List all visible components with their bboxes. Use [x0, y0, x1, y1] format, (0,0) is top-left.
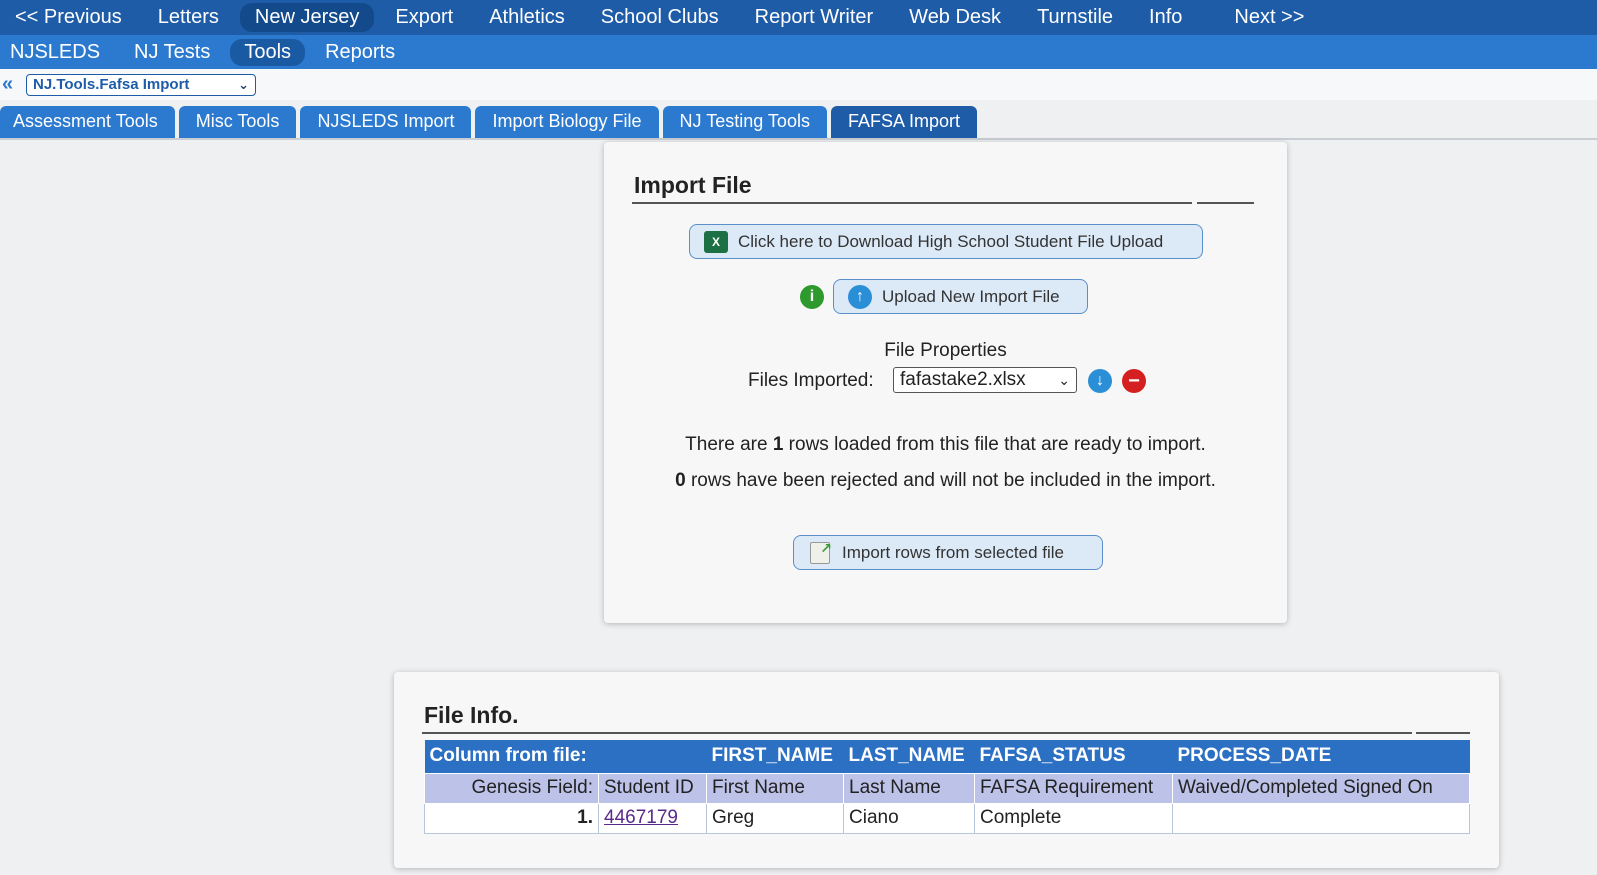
tab-misc-tools[interactable]: Misc Tools: [178, 106, 297, 138]
panel-title: Import File: [634, 172, 752, 198]
file-info-table: Column from file: FIRST_NAME LAST_NAME F…: [424, 740, 1470, 834]
page-select-value: NJ.Tools.Fafsa Import: [33, 76, 190, 93]
ready-rows-text: There are 1 rows loaded from this file t…: [604, 434, 1287, 456]
subnav-nj-tests[interactable]: NJ Tests: [120, 39, 224, 66]
nav-info[interactable]: Info: [1134, 3, 1197, 32]
tab-fafsa-import[interactable]: FAFSA Import: [830, 106, 977, 138]
nav-web-desk[interactable]: Web Desk: [894, 3, 1016, 32]
header-column-from-file: Column from file:: [424, 740, 599, 773]
main-nav: << Previous Letters New Jersey Export At…: [0, 0, 1597, 35]
title-divider: [632, 202, 1192, 204]
tab-import-biology-file[interactable]: Import Biology File: [475, 106, 659, 138]
nav-export[interactable]: Export: [380, 3, 468, 32]
table-row: 1. 4467179 Greg Ciano Complete: [424, 802, 1470, 834]
nav-school-clubs[interactable]: School Clubs: [586, 3, 734, 32]
header-cell: LAST_NAME: [843, 740, 975, 773]
student-id-cell: 4467179: [598, 802, 707, 834]
info-icon[interactable]: i: [800, 285, 824, 309]
chevron-down-icon: ⌄: [1058, 371, 1070, 388]
download-icon[interactable]: ↓: [1088, 369, 1112, 393]
nav-report-writer[interactable]: Report Writer: [740, 3, 889, 32]
nav-turnstile[interactable]: Turnstile: [1022, 3, 1128, 32]
last-name-cell: Ciano: [843, 802, 975, 834]
upload-file-label: Upload New Import File: [882, 286, 1060, 306]
nav-previous[interactable]: << Previous: [0, 3, 137, 32]
nav-next[interactable]: Next >>: [1219, 3, 1319, 32]
delete-icon[interactable]: −: [1122, 369, 1146, 393]
subnav-reports[interactable]: Reports: [311, 39, 409, 66]
header-cell: [598, 740, 707, 773]
breadcrumb: « NJ.Tools.Fafsa Import ⌄: [0, 69, 1597, 100]
file-info-divider-end: [1416, 732, 1470, 734]
first-name-cell: Greg: [706, 802, 844, 834]
files-imported-label: Files Imported:: [748, 370, 874, 391]
student-id-link[interactable]: 4467179: [604, 807, 678, 828]
nav-athletics[interactable]: Athletics: [474, 3, 580, 32]
import-icon: ↗: [808, 540, 832, 565]
import-rows-button[interactable]: ↗ Import rows from selected file: [793, 535, 1103, 570]
import-file-panel: Import File X Click here to Download Hig…: [604, 142, 1287, 623]
rejected-post: rows have been rejected and will not be …: [685, 470, 1216, 491]
file-properties-heading: File Properties: [884, 340, 1007, 361]
genesis-cell: FAFSA Requirement: [974, 772, 1173, 804]
tab-njsleds-import[interactable]: NJSLEDS Import: [300, 106, 472, 138]
genesis-field-row: Genesis Field: Student ID First Name Las…: [424, 772, 1470, 804]
date-cell: [1172, 802, 1470, 834]
file-info-title: File Info.: [424, 702, 519, 728]
download-template-label: Click here to Download High School Stude…: [738, 231, 1164, 251]
table-header-row: Column from file: FIRST_NAME LAST_NAME F…: [424, 740, 1470, 773]
page-select[interactable]: NJ.Tools.Fafsa Import ⌄: [26, 73, 256, 96]
sub-nav: NJSLEDS NJ Tests Tools Reports: [0, 35, 1597, 69]
chevron-down-icon: ⌄: [238, 76, 249, 92]
nav-letters[interactable]: Letters: [143, 3, 234, 32]
files-imported-select[interactable]: fafastake2.xlsx ⌄: [893, 367, 1077, 393]
ready-pre: There are: [685, 434, 773, 455]
status-cell: Complete: [974, 802, 1173, 834]
collapse-icon[interactable]: «: [2, 73, 22, 96]
rejected-rows-text: 0 rows have been rejected and will not b…: [604, 470, 1287, 492]
files-imported-value: fafastake2.xlsx: [900, 369, 1026, 390]
ready-post: rows loaded from this file that are read…: [783, 434, 1206, 455]
ready-count: 1: [772, 434, 784, 455]
download-template-button[interactable]: X Click here to Download High School Stu…: [689, 224, 1203, 259]
import-rows-label: Import rows from selected file: [842, 542, 1065, 562]
subnav-njsleds[interactable]: NJSLEDS: [0, 39, 114, 66]
genesis-cell: Student ID: [598, 772, 707, 804]
genesis-cell: First Name: [706, 772, 844, 804]
upload-file-button[interactable]: ↑ Upload New Import File: [833, 279, 1088, 314]
tab-nj-testing-tools[interactable]: NJ Testing Tools: [662, 106, 827, 138]
header-cell: FIRST_NAME: [706, 740, 844, 773]
nav-new-jersey[interactable]: New Jersey: [239, 3, 375, 32]
title-divider-end: [1197, 202, 1254, 204]
genesis-cell: Waived/Completed Signed On: [1172, 772, 1470, 804]
genesis-label: Genesis Field:: [424, 772, 599, 804]
tool-tabs: Assessment Tools Misc Tools NJSLEDS Impo…: [0, 100, 1597, 140]
file-info-divider: [422, 732, 1412, 734]
header-cell: PROCESS_DATE: [1172, 740, 1470, 773]
upload-icon: ↑: [848, 284, 872, 309]
tab-assessment-tools[interactable]: Assessment Tools: [0, 106, 175, 138]
row-number: 1.: [424, 802, 599, 834]
header-cell: FAFSA_STATUS: [974, 740, 1173, 773]
file-info-panel: File Info. Column from file: FIRST_NAME …: [394, 672, 1499, 868]
genesis-cell: Last Name: [843, 772, 975, 804]
excel-icon: X: [704, 230, 728, 254]
subnav-tools[interactable]: Tools: [230, 38, 306, 66]
rejected-count: 0: [675, 470, 686, 491]
